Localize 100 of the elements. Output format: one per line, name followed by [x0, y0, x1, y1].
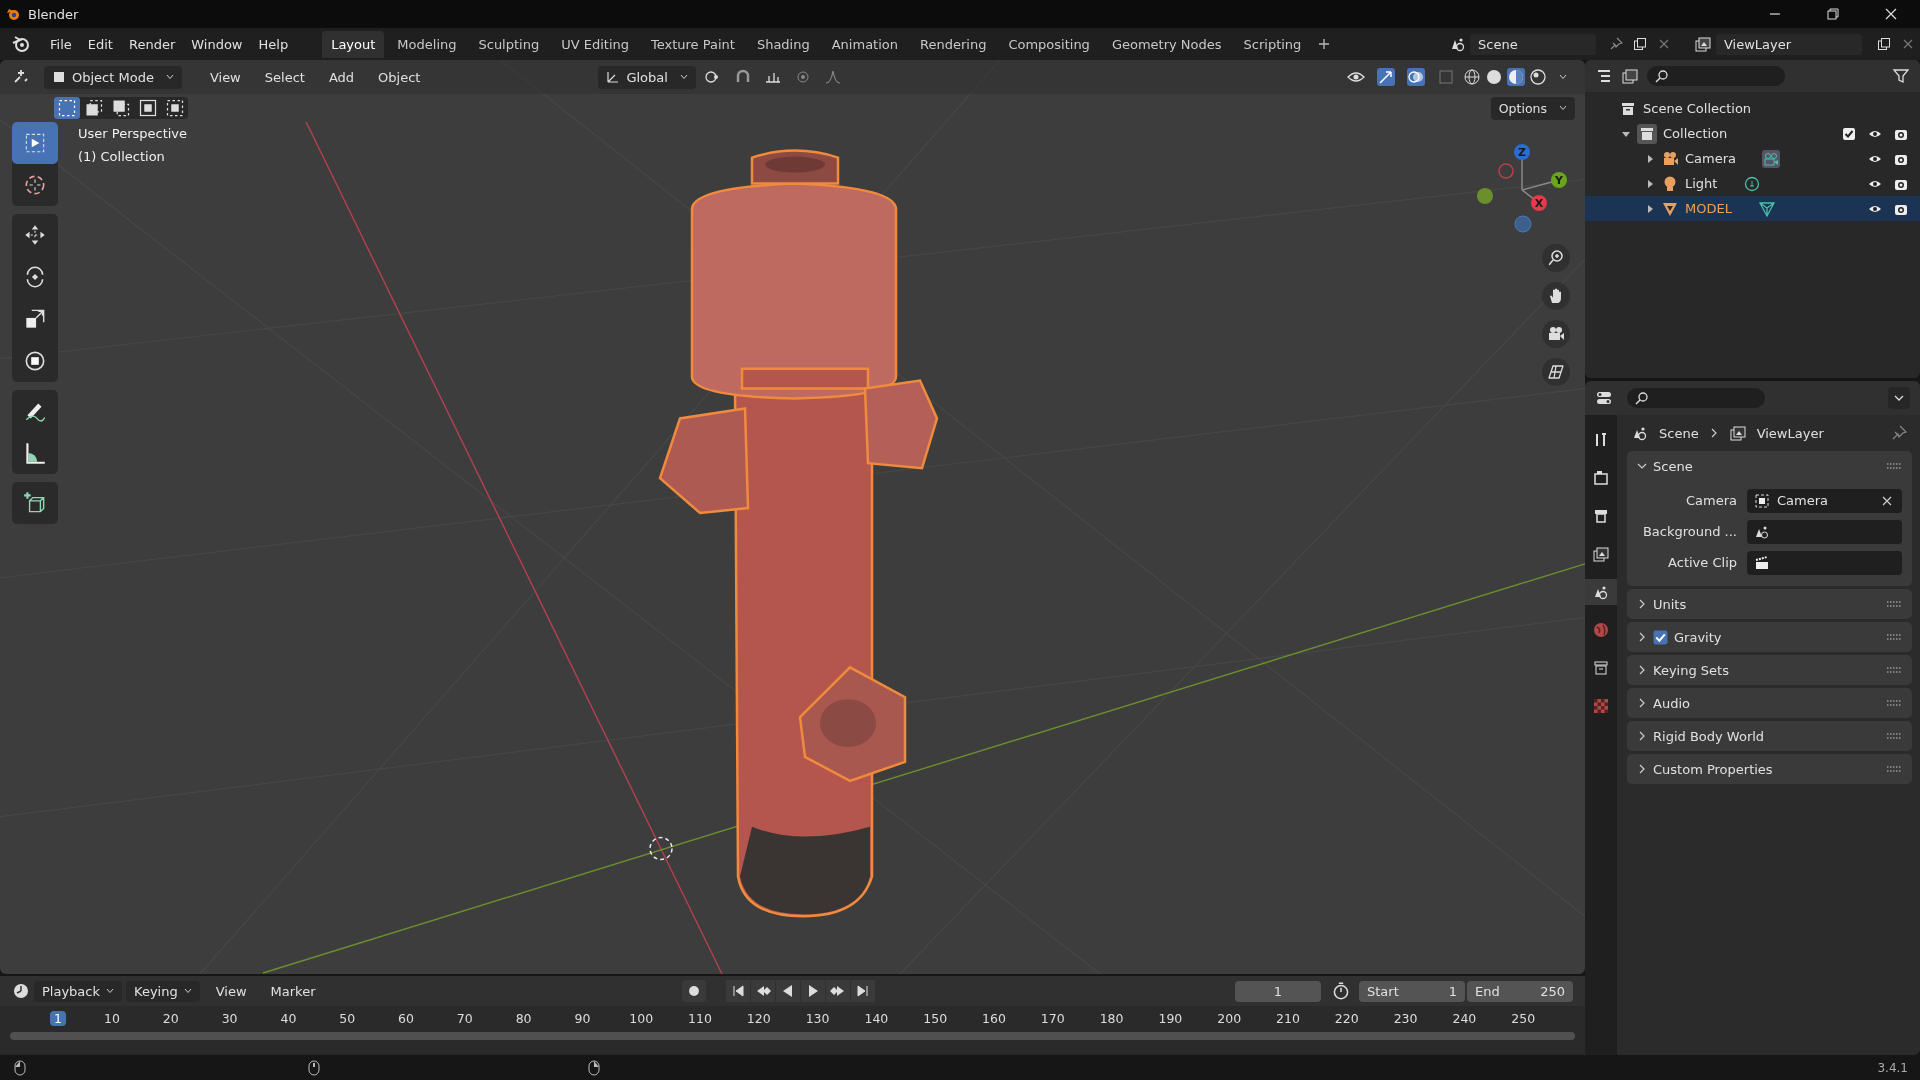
editor-type-icon[interactable] — [1595, 67, 1613, 85]
current-frame-field[interactable]: 1 — [1235, 980, 1321, 1002]
input-field[interactable] — [1747, 519, 1902, 544]
chevron-icon[interactable] — [1637, 599, 1647, 609]
orientation-dropdown[interactable]: Global — [598, 65, 696, 89]
caret-icon[interactable] — [1559, 74, 1567, 80]
start-frame-field[interactable]: Start 1 — [1359, 980, 1465, 1002]
chevron-icon[interactable] — [1637, 461, 1647, 471]
search-field[interactable] — [1647, 66, 1785, 86]
solid-shading-icon[interactable] — [1485, 68, 1503, 86]
menu-item[interactable]: Marker — [262, 980, 324, 1002]
expand-arrow-icon[interactable] — [1645, 153, 1655, 164]
menu-item[interactable]: Render — [120, 36, 184, 52]
workspace-tab[interactable]: UV Editing — [552, 30, 638, 58]
chevron-icon[interactable] — [1637, 632, 1647, 642]
drag-handle-icon[interactable] — [1886, 600, 1902, 608]
panel-title[interactable]: Audio — [1653, 695, 1690, 711]
drag-handle-icon[interactable] — [1886, 633, 1902, 641]
duplicate-icon[interactable] — [1633, 37, 1647, 51]
drag-handle-icon[interactable] — [1886, 462, 1902, 470]
grid-icon[interactable] — [1542, 358, 1570, 386]
panel-title[interactable]: Units — [1653, 596, 1687, 612]
menu-item[interactable]: File — [42, 36, 80, 52]
restore-icon[interactable] — [1826, 7, 1840, 21]
display-mode-icon[interactable] — [1621, 67, 1639, 85]
mode-dropdown[interactable]: Object Mode — [44, 65, 182, 89]
drag-handle-icon[interactable] — [1886, 732, 1902, 740]
tree-item[interactable]: MODEL — [1685, 201, 1732, 216]
workspace-tab[interactable]: Layout — [322, 30, 385, 58]
panel-title[interactable]: Keying Sets — [1653, 662, 1729, 678]
mesh-data-icon[interactable] — [1757, 199, 1776, 218]
workspace-tab[interactable]: Scripting — [1234, 30, 1311, 58]
panel-title[interactable]: Rigid Body World — [1653, 728, 1765, 744]
tree-item[interactable]: Light — [1685, 176, 1718, 191]
menu-item[interactable]: Playback — [34, 980, 122, 1002]
jump-end-icon[interactable] — [851, 980, 875, 1002]
play-reverse-icon[interactable] — [776, 980, 800, 1002]
scene-field[interactable]: Scene — [1470, 33, 1596, 55]
checkbox[interactable] — [1653, 629, 1668, 645]
end-frame-field[interactable]: End 250 — [1467, 980, 1573, 1002]
drag-handle-icon[interactable] — [1886, 666, 1902, 674]
workspace-tab[interactable]: Shading — [747, 30, 819, 58]
editor-type-icon[interactable] — [12, 982, 30, 1000]
close-icon[interactable] — [1884, 7, 1898, 21]
play-icon[interactable] — [801, 980, 825, 1002]
input-field[interactable]: Camera — [1747, 488, 1902, 513]
overlay-toggle-icon[interactable] — [1407, 68, 1425, 86]
workspace-tab[interactable]: Modeling — [388, 30, 466, 58]
blender-logo-icon[interactable] — [12, 35, 30, 53]
expand-arrow-icon[interactable] — [1645, 203, 1655, 214]
editor-type-icon[interactable] — [1595, 389, 1613, 407]
camera-icon[interactable] — [1542, 320, 1570, 348]
drag-handle-icon[interactable] — [1886, 765, 1902, 773]
chevron-icon[interactable] — [1637, 698, 1647, 708]
light-data-icon[interactable] — [1743, 174, 1762, 193]
menu-item[interactable]: Window — [183, 36, 251, 52]
jump-start-icon[interactable] — [726, 980, 750, 1002]
camera-data-icon[interactable] — [1762, 149, 1781, 168]
rendered-shading-icon[interactable] — [1529, 68, 1547, 86]
3d-cursor-icon[interactable] — [649, 836, 673, 861]
workspace-tab[interactable]: Geometry Nodes — [1102, 30, 1231, 58]
panel-title[interactable]: Scene — [1653, 458, 1693, 474]
workspace-tab[interactable]: Animation — [822, 30, 907, 58]
duplicate-icon[interactable] — [1877, 37, 1891, 51]
tree-item[interactable]: Camera — [1685, 151, 1737, 166]
axis-handle[interactable]: X — [1531, 195, 1547, 211]
pin-icon[interactable] — [1609, 37, 1623, 51]
menu-item[interactable]: View — [207, 980, 255, 1002]
chevron-icon[interactable] — [1637, 764, 1647, 774]
axis-handle[interactable] — [1514, 215, 1532, 233]
menu-item[interactable]: Keying — [126, 980, 200, 1002]
hand-icon[interactable] — [1542, 282, 1570, 310]
zoom-icon[interactable] — [1542, 244, 1570, 272]
view-layer-icon[interactable] — [1694, 35, 1712, 53]
filter-icon[interactable] — [1892, 67, 1910, 85]
view-layer-field[interactable]: ViewLayer — [1716, 33, 1862, 55]
chevron-icon[interactable] — [1637, 731, 1647, 741]
menu-item[interactable]: Object — [368, 69, 431, 85]
axis-handle[interactable] — [1498, 163, 1514, 179]
tree-item[interactable]: Scene Collection — [1643, 101, 1752, 116]
select-new-icon[interactable] — [54, 97, 80, 119]
previous-keyframe-icon[interactable] — [751, 980, 775, 1002]
drag-handle-icon[interactable] — [1886, 699, 1902, 707]
workspace-tab[interactable]: Texture Paint — [642, 30, 744, 58]
axis-handle[interactable] — [1477, 188, 1493, 204]
axis-handle[interactable]: Y — [1551, 172, 1567, 188]
scene-tab-icon[interactable] — [1585, 579, 1617, 605]
hydrant-drawing[interactable] — [658, 149, 939, 918]
workspace-tab[interactable]: Compositing — [999, 30, 1099, 58]
checkbox[interactable] — [1842, 126, 1856, 141]
menu-item[interactable]: View — [199, 69, 251, 85]
tree-item[interactable]: Collection — [1663, 126, 1728, 141]
input-field[interactable] — [1747, 550, 1902, 575]
material-shading-icon[interactable] — [1507, 68, 1525, 86]
expand-arrow-icon[interactable] — [1645, 178, 1655, 189]
selected-row[interactable]: MODEL — [1585, 196, 1920, 221]
pin-icon[interactable] — [1890, 424, 1908, 442]
menu-item[interactable]: Add — [318, 69, 365, 85]
menu-item[interactable]: Edit — [79, 36, 121, 52]
falloff-icon[interactable] — [823, 68, 842, 86]
